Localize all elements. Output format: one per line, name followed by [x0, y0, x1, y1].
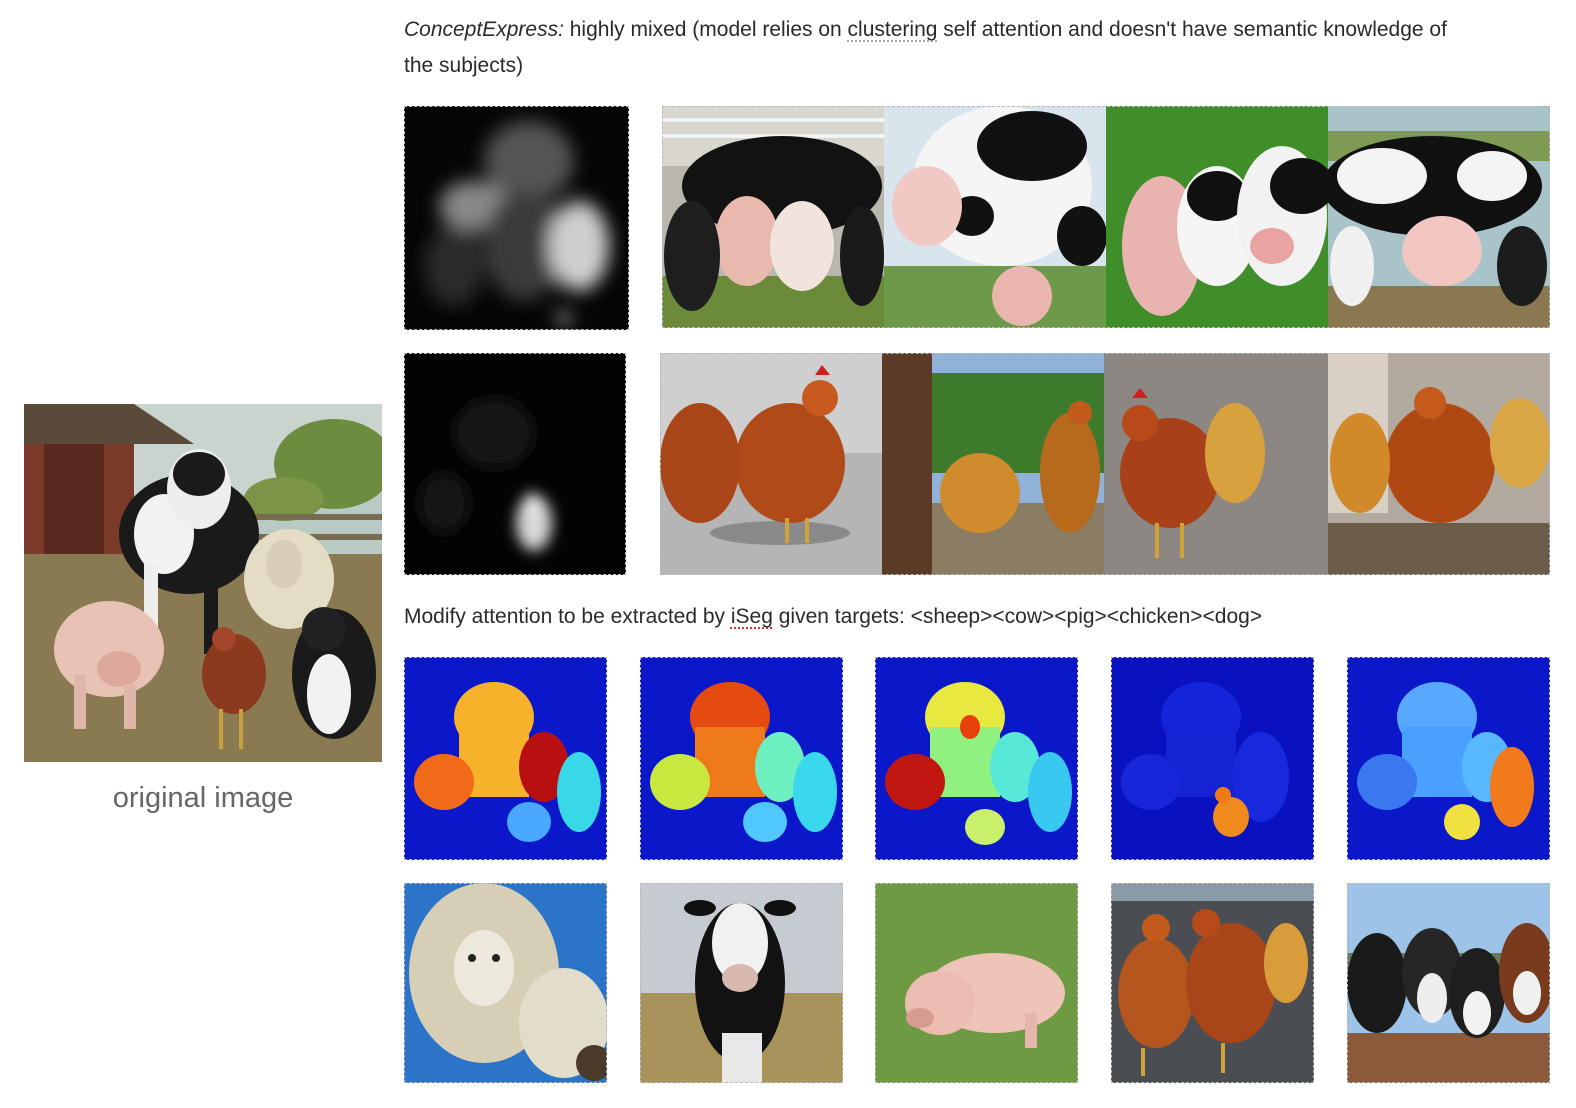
original-image-label: original image: [112, 782, 294, 814]
generated-dogs: [1347, 883, 1550, 1083]
iseg-caption: Modify attention to be extracted by iSeg…: [404, 605, 1263, 628]
attention-map-cow: [404, 106, 629, 330]
iseg-heatmap-pig: [875, 657, 1078, 860]
method-name: ConceptExpress:: [404, 18, 564, 41]
conceptexpress-caption: ConceptExpress: highly mixed (model reli…: [404, 18, 1447, 77]
generated-sheep: [404, 883, 607, 1083]
spellcheck-word-iseg: iSeg: [730, 605, 773, 628]
attention-map-chicken: [404, 353, 626, 575]
generated-cow: [640, 883, 843, 1083]
iseg-heatmap-dog: [1347, 657, 1550, 860]
iseg-heatmap-sheep: [404, 657, 607, 860]
spellcheck-word: clustering: [847, 18, 938, 41]
generated-chickens-strip: [660, 353, 1550, 575]
generated-chickens: [1111, 883, 1314, 1083]
original-farm-image: [24, 404, 382, 762]
generated-cows-strip: [662, 106, 1550, 328]
iseg-heatmap-chicken: [1111, 657, 1314, 860]
generated-pig: [875, 883, 1078, 1083]
iseg-heatmap-cow: [640, 657, 843, 860]
